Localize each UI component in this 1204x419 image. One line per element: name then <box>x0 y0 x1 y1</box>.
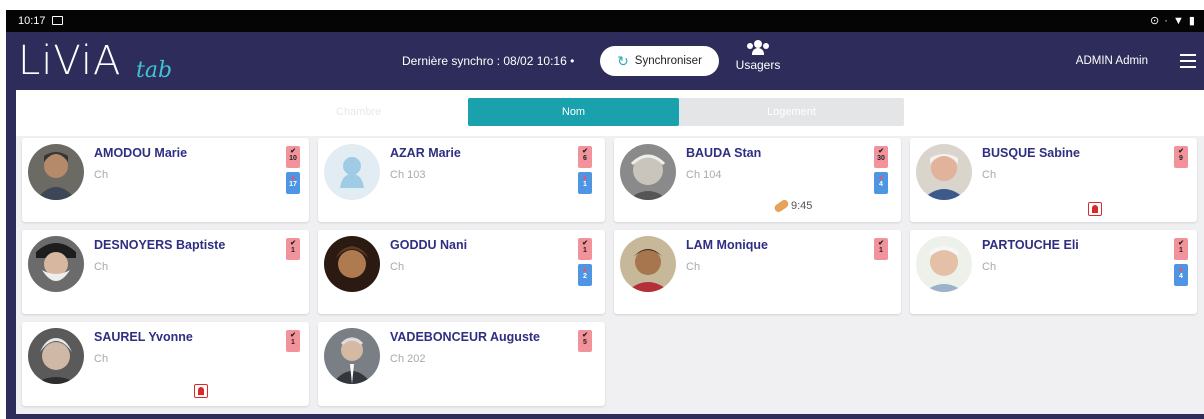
resident-name: AZAR Marie <box>390 146 461 160</box>
resident-name: AMODOU Marie <box>94 146 188 160</box>
main-content: Chambre Nom Logement AMODOU Marie Ch ✔ 10… <box>16 90 1204 414</box>
resident-name: VADEBONCEUR Auguste <box>390 330 541 344</box>
resident-avatar <box>324 328 380 384</box>
resident-card[interactable]: BUSQUE Sabine Ch ✔ 9 <box>910 138 1197 222</box>
refresh-icon: ↻ <box>617 53 629 69</box>
resident-card[interactable]: AZAR Marie Ch 103 ✔ 6 ▲ 1 <box>318 138 605 222</box>
hamburger-menu-icon[interactable] <box>1180 54 1196 68</box>
resident-card[interactable]: LAM Monique Ch ✔ 1 <box>614 230 901 314</box>
resident-avatar <box>916 144 972 200</box>
resident-room: Ch <box>982 261 997 273</box>
care-badge[interactable]: ▲ 1 <box>578 172 592 194</box>
resident-room: Ch <box>390 261 405 273</box>
tasks-badge[interactable]: ✔ 1 <box>1174 238 1188 260</box>
resident-card[interactable]: SAUREL Yvonne Ch ✔ 1 <box>22 322 309 406</box>
resident-card[interactable]: AMODOU Marie Ch ✔ 10 ▲ 17 <box>22 138 309 222</box>
resident-name: BAUDA Stan <box>686 146 762 160</box>
medication-time[interactable]: 9:45 <box>773 198 812 214</box>
resident-room: Ch 104 <box>686 169 722 181</box>
tablet-screen: 10:17 ⊙ · ▼ ▮ LiViA tab Dernière synchro… <box>6 10 1204 419</box>
resident-avatar <box>620 144 676 200</box>
resident-card[interactable]: VADEBONCEUR Auguste Ch 202 ✔ 5 <box>318 322 605 406</box>
logo-sub-text: tab <box>136 58 173 83</box>
tasks-badge[interactable]: ✔ 6 <box>578 146 592 168</box>
tasks-badge[interactable]: ✔ 1 <box>874 238 888 260</box>
alert-icon[interactable] <box>194 384 208 398</box>
resident-name: BUSQUE Sabine <box>982 146 1080 160</box>
resident-avatar <box>28 328 84 384</box>
resident-avatar <box>28 144 84 200</box>
message-icon <box>52 16 63 25</box>
resident-name: SAUREL Yvonne <box>94 330 193 344</box>
resident-avatar <box>916 236 972 292</box>
resident-card[interactable]: BAUDA Stan Ch 104 ✔ 30 ▲ 4 9:45 <box>614 138 901 222</box>
resident-card[interactable]: PARTOUCHE Eli Ch ✔ 1 ▲ 4 <box>910 230 1197 314</box>
tasks-badge[interactable]: ✔ 5 <box>578 330 592 352</box>
status-time: 10:17 <box>18 15 46 27</box>
tasks-badge[interactable]: ✔ 1 <box>578 238 592 260</box>
current-user[interactable]: ADMIN Admin <box>1076 55 1148 67</box>
sort-tab-bar: Chambre Nom Logement <box>16 90 1204 136</box>
system-status-icons: ⊙ · ▼ ▮ <box>1150 15 1196 27</box>
app-header: LiViA tab Dernière synchro : 08/02 10:16… <box>6 32 1204 90</box>
resident-avatar-placeholder <box>324 144 380 200</box>
last-sync-text: Dernière synchro : 08/02 10:16 • <box>402 54 575 68</box>
resident-room: Ch <box>94 261 109 273</box>
resident-name: LAM Monique <box>686 238 768 252</box>
pill-icon <box>773 198 790 214</box>
sort-segmented-control: Nom Logement <box>468 98 904 126</box>
care-badge[interactable]: ▲ 17 <box>286 172 300 194</box>
resident-room: Ch 202 <box>390 353 426 365</box>
resident-card[interactable]: GODDU Nani Ch ✔ 1 ▲ 2 <box>318 230 605 314</box>
sync-button[interactable]: ↻ Synchroniser <box>600 46 719 76</box>
tasks-badge[interactable]: ✔ 10 <box>286 146 300 168</box>
tasks-badge[interactable]: ✔ 1 <box>286 330 300 352</box>
usagers-button[interactable]: Usagers <box>728 38 788 84</box>
tasks-badge[interactable]: ✔ 9 <box>1174 146 1188 168</box>
users-group-icon <box>747 40 769 56</box>
tab-logement[interactable]: Logement <box>679 98 904 126</box>
tasks-badge[interactable]: ✔ 1 <box>286 238 300 260</box>
care-badge[interactable]: ▲ 4 <box>874 172 888 194</box>
tasks-badge[interactable]: ✔ 30 <box>874 146 888 168</box>
resident-avatar <box>620 236 676 292</box>
resident-room: Ch <box>94 169 109 181</box>
resident-name: PARTOUCHE Eli <box>982 238 1079 252</box>
care-badge[interactable]: ▲ 4 <box>1174 264 1188 286</box>
logo-main-text: LiViA <box>18 38 122 84</box>
sync-button-label: Synchroniser <box>634 55 702 67</box>
resident-room: Ch <box>982 169 997 181</box>
resident-room: Ch <box>94 353 109 365</box>
resident-card[interactable]: DESNOYERS Baptiste Ch ✔ 1 <box>22 230 309 314</box>
resident-room: Ch <box>686 261 701 273</box>
resident-name: GODDU Nani <box>390 238 468 252</box>
resident-avatar <box>28 236 84 292</box>
status-bar: 10:17 ⊙ · ▼ ▮ <box>6 10 1204 32</box>
usagers-label: Usagers <box>735 58 781 72</box>
tab-chambre[interactable]: Chambre <box>336 106 381 118</box>
tab-nom[interactable]: Nom <box>468 98 679 126</box>
resident-room: Ch 103 <box>390 169 426 181</box>
resident-avatar <box>324 236 380 292</box>
care-badge[interactable]: ▲ 2 <box>578 264 592 286</box>
alert-icon[interactable] <box>1088 202 1102 216</box>
resident-name: DESNOYERS Baptiste <box>94 238 226 252</box>
